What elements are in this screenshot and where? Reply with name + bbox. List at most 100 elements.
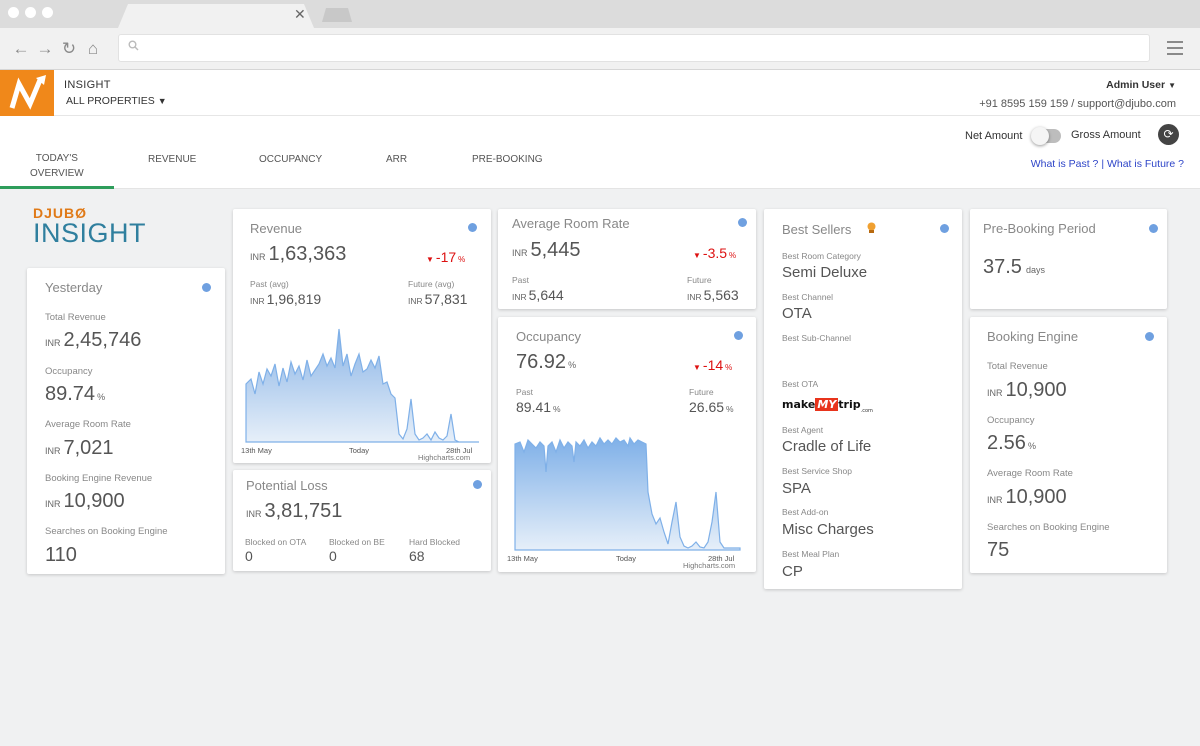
insight-wordmark: INSIGHT (33, 218, 147, 248)
occupancy-value: 2.56% (987, 432, 1036, 455)
value: 26.65 (689, 399, 725, 415)
revenue-card: Revenue INR 1,63,363 ▼ -17% Past (avg) INR… (233, 209, 491, 463)
past-label: Past (avg) (250, 279, 289, 289)
meal-plan-value: CP (782, 563, 803, 580)
occupancy-delta: ▼ -14% (693, 357, 732, 373)
currency: INR (250, 252, 266, 262)
ota-label: Best OTA (782, 379, 819, 389)
card-title: Average Room Rate (512, 216, 630, 231)
x-axis-mid: Today (616, 554, 637, 563)
tab-pre-booking[interactable]: PRE-BOOKING (472, 152, 543, 167)
channel-label: Best Channel (782, 292, 834, 302)
window-minimize-dot[interactable] (25, 7, 36, 18)
info-icon[interactable] (473, 480, 482, 489)
user-menu[interactable]: Admin User ▼ (1106, 79, 1176, 91)
back-arrow-icon[interactable]: ← (12, 39, 30, 59)
app-title: INSIGHT (64, 79, 111, 91)
what-is-future-link[interactable]: What is Future ? (1107, 158, 1184, 170)
link-separator: | (1098, 158, 1107, 170)
x-axis-start: 13th May (507, 554, 538, 563)
revenue-delta: ▼ -17% (426, 249, 465, 265)
tab-arr[interactable]: ARR (386, 152, 407, 167)
browser-menu-icon[interactable] (1167, 41, 1183, 55)
browser-tab[interactable] (118, 4, 314, 28)
gross-amount-label: Gross Amount (1071, 129, 1141, 141)
chart-credit[interactable]: Highcharts.com (418, 453, 470, 462)
tab-revenue[interactable]: REVENUE (148, 152, 196, 167)
value: -3.5 (702, 245, 728, 261)
arr-value: INR 5,445 (512, 239, 581, 262)
value: 2,45,746 (63, 329, 142, 351)
amount-toggle[interactable] (1031, 127, 1061, 145)
user-name: Admin User (1106, 79, 1166, 91)
value: 37.5 (983, 256, 1022, 278)
currency: INR (687, 292, 702, 302)
active-tab-indicator (0, 186, 114, 189)
meal-plan-label: Best Meal Plan (782, 549, 840, 559)
window-maximize-dot[interactable] (42, 7, 53, 18)
nav-buttons: ← → ↻ ⌂ (12, 39, 102, 59)
reload-icon[interactable]: ↻ (60, 39, 78, 59)
caret-down-icon: ▼ (1168, 81, 1176, 90)
logo-part-trip: trip (838, 398, 861, 411)
addon-value: Misc Charges (782, 521, 874, 538)
tab-occupancy[interactable]: OCCUPANCY (259, 152, 322, 167)
total-revenue-label: Total Revenue (45, 312, 106, 323)
value: 89.41 (516, 399, 552, 415)
tab-todays-overview[interactable]: TODAY'S OVERVIEW (30, 151, 84, 181)
window-close-dot[interactable] (8, 7, 19, 18)
card-title: Best Sellers (782, 222, 852, 237)
value: -17 (435, 249, 457, 265)
service-shop-label: Best Service Shop (782, 466, 852, 476)
info-icon[interactable] (738, 218, 747, 227)
tab-close-icon[interactable]: ✕ (294, 6, 306, 23)
currency: INR (987, 495, 1003, 505)
searches-label: Searches on Booking Engine (45, 526, 168, 537)
currency: INR (512, 292, 527, 302)
home-icon[interactable]: ⌂ (84, 39, 102, 59)
chevron-down-icon: ▼ (157, 96, 167, 106)
total-revenue-value: INR 2,45,746 (45, 329, 141, 352)
new-tab-button[interactable] (322, 8, 352, 22)
refresh-icon[interactable]: ⟳ (1158, 124, 1179, 145)
info-icon[interactable] (1145, 332, 1154, 341)
x-axis-start: 13th May (241, 446, 272, 455)
value: 3,81,751 (264, 500, 343, 522)
info-icon[interactable] (940, 224, 949, 233)
value: 10,900 (1005, 379, 1067, 401)
addon-label: Best Add-on (782, 507, 829, 517)
value: 7,021 (63, 437, 114, 459)
forward-arrow-icon[interactable]: → (36, 39, 54, 59)
potential-loss-card: Potential Loss INR 3,81,751 Blocked on OT… (233, 470, 491, 571)
currency: INR (987, 388, 1003, 398)
info-icon[interactable] (734, 331, 743, 340)
future-value: INR 5,563 (687, 287, 739, 303)
djubo-logo-icon[interactable] (0, 70, 54, 116)
currency: INR (45, 499, 61, 509)
past-label: Past (512, 275, 530, 285)
value: 89.74 (45, 383, 96, 405)
property-selector[interactable]: ALL PROPERTIES ▼ (66, 95, 167, 107)
be-value: 0 (329, 548, 337, 564)
card-title: Booking Engine (987, 329, 1079, 344)
address-bar[interactable] (118, 34, 1150, 62)
value: 2.56 (987, 432, 1026, 454)
future-value: 26.65% (689, 399, 734, 415)
info-icon[interactable] (1149, 224, 1158, 233)
help-links: What is Past ? | What is Future ? (1031, 158, 1184, 170)
value: 5,563 (703, 287, 739, 303)
info-icon[interactable] (202, 283, 211, 292)
what-is-past-link[interactable]: What is Past ? (1031, 158, 1099, 170)
booking-engine-card: Booking Engine Total Revenue INR 10,900 O… (970, 317, 1167, 573)
agent-value: Cradle of Life (782, 438, 872, 455)
info-icon[interactable] (468, 223, 477, 232)
future-value: INR 57,831 (408, 291, 467, 307)
occupancy-label: Occupancy (987, 415, 1035, 426)
percent: % (729, 251, 737, 260)
be-revenue-label: Booking Engine Revenue (45, 473, 153, 484)
occupancy-area-chart (514, 436, 741, 551)
card-title: Revenue (250, 221, 303, 236)
chart-credit[interactable]: Highcharts.com (683, 561, 735, 570)
logo-part-my: MY (815, 398, 839, 411)
support-contact: +91 8595 159 159 / support@djubo.com (979, 98, 1176, 110)
